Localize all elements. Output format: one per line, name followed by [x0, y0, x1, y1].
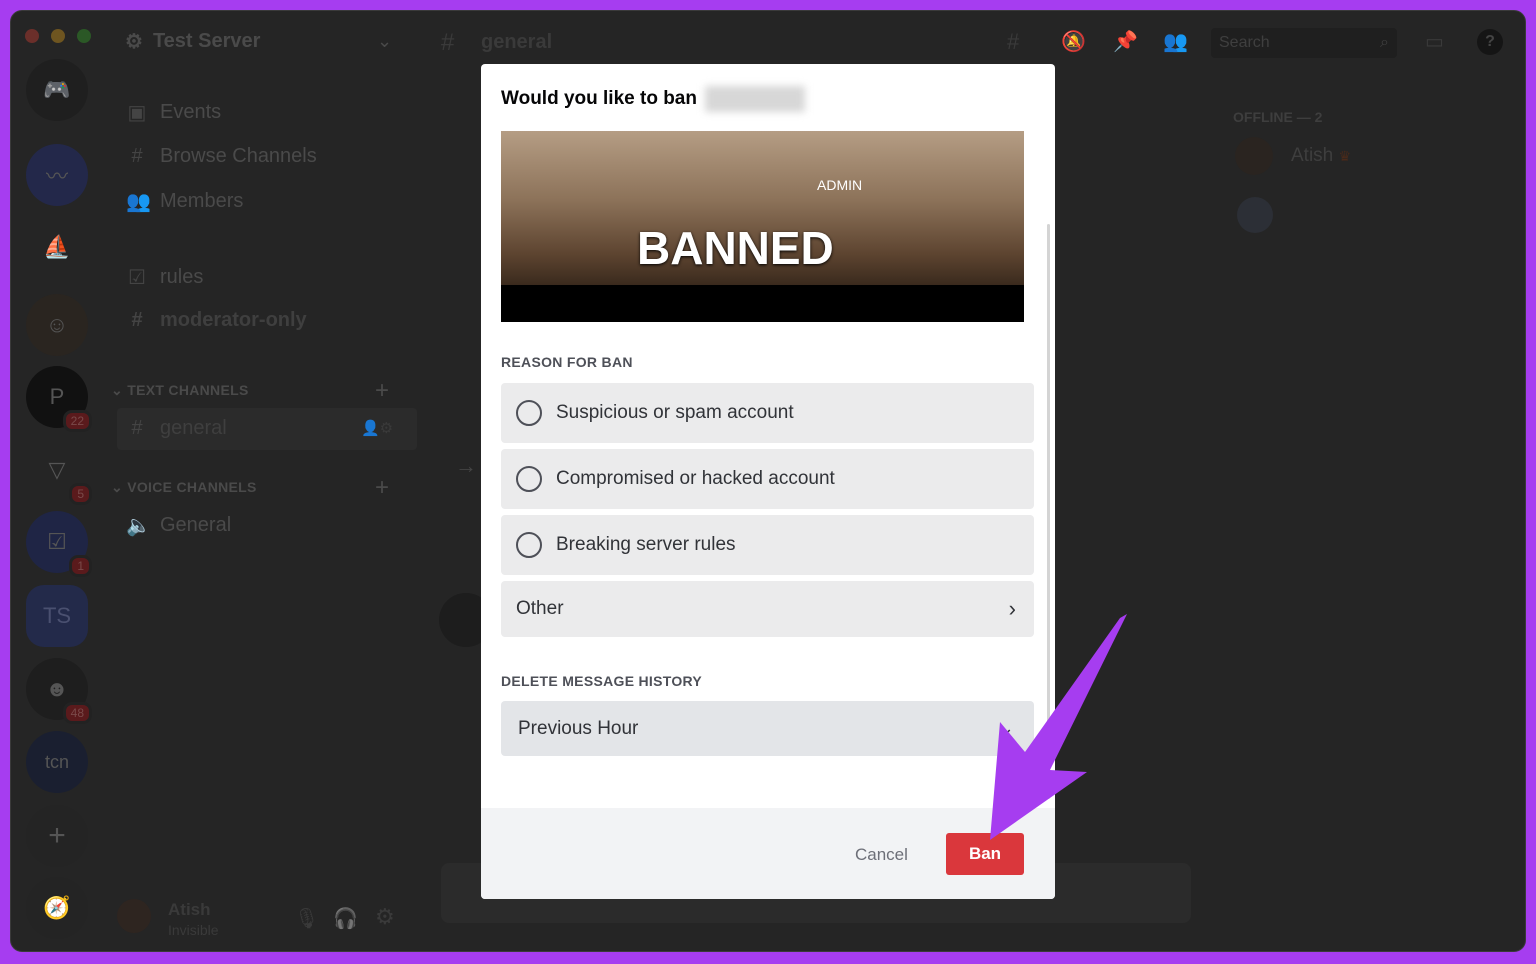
arrow-shape: [990, 614, 1127, 840]
annotation-arrow: [990, 614, 1127, 840]
